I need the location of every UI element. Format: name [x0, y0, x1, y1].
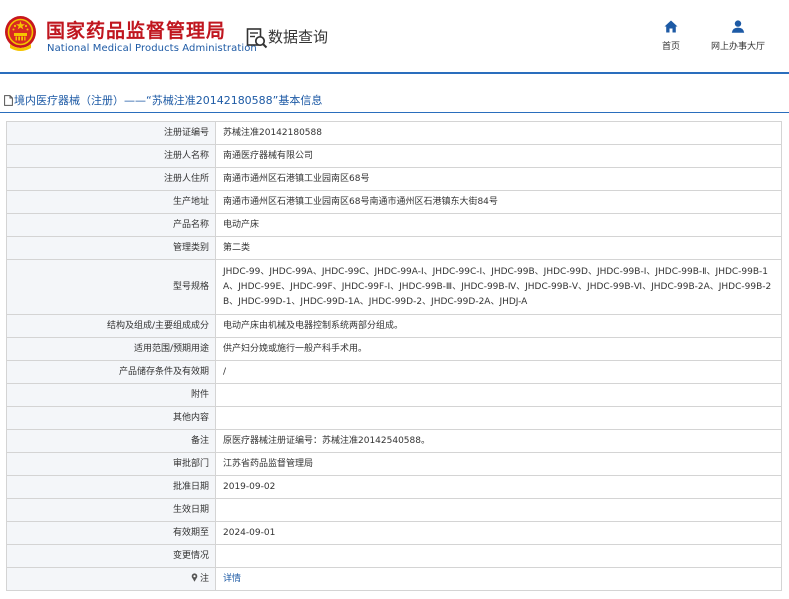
document-icon	[4, 95, 13, 106]
field-value-scope: 供产妇分娩或施行一般产科手术用。	[215, 337, 782, 361]
nav-online-hall-label: 网上办事大厅	[710, 42, 765, 52]
field-label-scope: 适用范围/预期用途	[6, 337, 216, 361]
field-label-changes: 变更情况	[6, 544, 216, 568]
field-value-reg-no: 苏械注准20142180588	[215, 121, 782, 145]
section-title: 数据查询	[268, 28, 329, 46]
field-label-category: 管理类别	[6, 236, 216, 260]
data-query-icon	[246, 28, 268, 49]
field-label-note: 注	[6, 567, 216, 591]
breadcrumb-text: 境内医疗器械（注册）——“苏械注准20142180588”基本信息	[14, 94, 323, 107]
field-value-remarks: 原医疗器械注册证编号：苏械注准20142540588。	[215, 429, 782, 453]
field-label-attachment: 附件	[6, 383, 216, 407]
note-label-text: 注	[199, 573, 209, 584]
nav-online-hall-link[interactable]: 网上办事大厅	[705, 20, 771, 52]
table-row: 注 详情	[6, 567, 782, 591]
table-row: 生效日期	[6, 498, 782, 522]
field-label-residence: 注册人住所	[6, 167, 216, 191]
field-label-valid-until: 有效期至	[6, 521, 216, 545]
table-row: 其他内容	[6, 406, 782, 430]
home-icon	[664, 20, 678, 33]
field-value-production: 南通市通州区石港镇工业园南区68号南通市通州区石港镇东大街84号	[215, 190, 782, 214]
field-value-attachment	[215, 383, 782, 407]
nav-home-link[interactable]: 首页	[655, 20, 687, 52]
field-label-effective-date: 生效日期	[6, 498, 216, 522]
field-label-product: 产品名称	[6, 213, 216, 237]
field-value-registrant: 南通医疗器械有限公司	[215, 144, 782, 168]
record-detail-table: 注册证编号 苏械注准20142180588 注册人名称 南通医疗器械有限公司 注…	[6, 121, 782, 591]
field-value-note: 详情	[215, 567, 782, 591]
pin-icon	[191, 572, 198, 582]
table-row: 备注 原医疗器械注册证编号：苏械注准20142540588。	[6, 429, 782, 453]
org-name-cn: 国家药品监督管理局	[46, 20, 227, 42]
table-row: 产品名称 电动产床	[6, 213, 782, 237]
national-emblem-icon	[5, 16, 36, 51]
field-value-approval-date: 2019-09-02	[215, 475, 782, 499]
field-value-effective-date	[215, 498, 782, 522]
field-value-product: 电动产床	[215, 213, 782, 237]
table-row: 产品储存条件及有效期 /	[6, 360, 782, 384]
table-row: 管理类别 第二类	[6, 236, 782, 260]
breadcrumb: 境内医疗器械（注册）——“苏械注准20142180588”基本信息	[4, 92, 322, 108]
field-value-models: JHDC-99、JHDC-99A、JHDC-99C、JHDC-99A-Ⅰ、JHD…	[215, 259, 782, 315]
nav-home-label: 首页	[661, 42, 680, 52]
field-value-valid-until: 2024-09-01	[215, 521, 782, 545]
field-value-structure: 电动产床由机械及电器控制系统两部分组成。	[215, 314, 782, 338]
field-label-remarks: 备注	[6, 429, 216, 453]
header-divider	[0, 112, 789, 113]
org-name-en: National Medical Products Administration	[47, 43, 257, 54]
site-header: 国家药品监督管理局 National Medical Products Admi…	[0, 0, 789, 74]
field-label-storage: 产品储存条件及有效期	[6, 360, 216, 384]
table-row: 变更情况	[6, 544, 782, 568]
details-link[interactable]: 详情	[223, 574, 241, 584]
field-label-registrant: 注册人名称	[6, 144, 216, 168]
field-value-dept: 江苏省药品监督管理局	[215, 452, 782, 476]
table-row: 注册人名称 南通医疗器械有限公司	[6, 144, 782, 168]
field-label-reg-no: 注册证编号	[6, 121, 216, 145]
table-row: 有效期至 2024-09-01	[6, 521, 782, 545]
table-row: 生产地址 南通市通州区石港镇工业园南区68号南通市通州区石港镇东大街84号	[6, 190, 782, 214]
table-row: 型号规格 JHDC-99、JHDC-99A、JHDC-99C、JHDC-99A-…	[6, 259, 782, 315]
field-value-changes	[215, 544, 782, 568]
field-label-models: 型号规格	[6, 259, 216, 315]
table-row: 注册证编号 苏械注准20142180588	[6, 121, 782, 145]
table-row: 审批部门 江苏省药品监督管理局	[6, 452, 782, 476]
field-value-residence: 南通市通州区石港镇工业园南区68号	[215, 167, 782, 191]
field-value-category: 第二类	[215, 236, 782, 260]
field-label-production: 生产地址	[6, 190, 216, 214]
field-label-dept: 审批部门	[6, 452, 216, 476]
table-row: 附件	[6, 383, 782, 407]
field-label-approval-date: 批准日期	[6, 475, 216, 499]
table-row: 结构及组成/主要组成成分 电动产床由机械及电器控制系统两部分组成。	[6, 314, 782, 338]
field-value-other	[215, 406, 782, 430]
table-row: 注册人住所 南通市通州区石港镇工业园南区68号	[6, 167, 782, 191]
table-row: 适用范围/预期用途 供产妇分娩或施行一般产科手术用。	[6, 337, 782, 361]
table-row: 批准日期 2019-09-02	[6, 475, 782, 499]
field-label-structure: 结构及组成/主要组成成分	[6, 314, 216, 338]
user-icon	[731, 20, 745, 33]
field-label-other: 其他内容	[6, 406, 216, 430]
field-value-storage: /	[215, 360, 782, 384]
